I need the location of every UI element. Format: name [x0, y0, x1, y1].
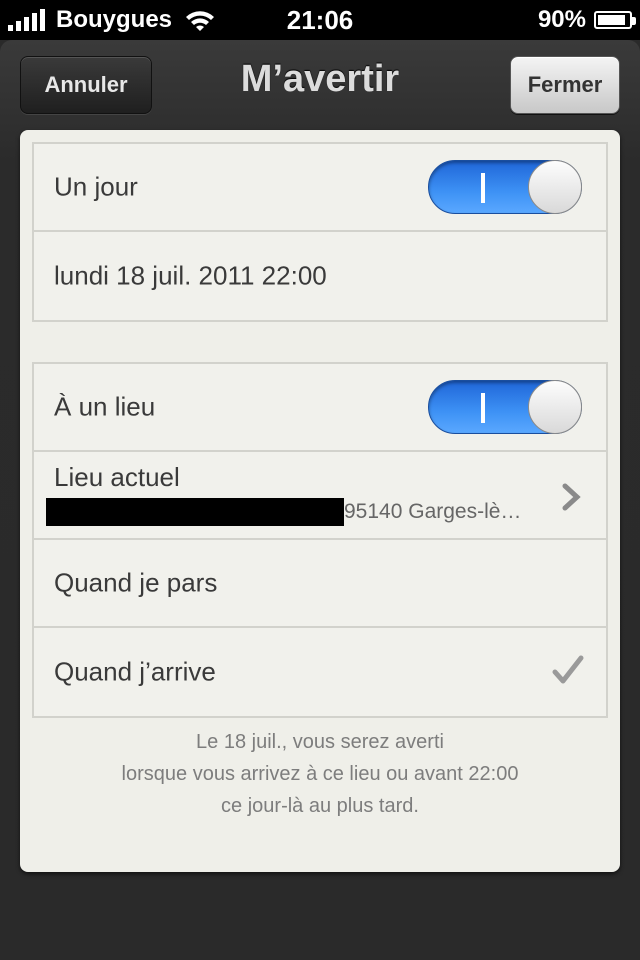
location-toggle-label: À un lieu — [54, 391, 156, 422]
battery-percent: 90% — [537, 6, 586, 33]
date-group: Un jour lundi 18 juil. 2011 22:00 — [32, 142, 608, 322]
date-toggle-row: Un jour — [34, 144, 606, 232]
current-location-label: Lieu actuel — [54, 462, 180, 492]
close-button[interactable]: Fermer — [510, 56, 620, 114]
option-leave-row[interactable]: Quand je pars — [34, 540, 606, 628]
current-location-address: 95140 Garges-lè… — [344, 500, 522, 523]
current-location-row[interactable]: Lieu actuel 95140 Garges-lè… — [34, 452, 606, 540]
navigation-bar: Annuler M’avertir Fermer — [0, 40, 640, 128]
location-toggle-row: À un lieu — [34, 364, 606, 452]
reminder-summary: Le 18 juil., vous serez averti lorsque v… — [50, 726, 590, 822]
location-toggle-switch[interactable] — [428, 380, 582, 434]
battery-icon — [594, 11, 636, 29]
date-toggle-label: Un jour — [54, 171, 138, 202]
date-toggle-switch[interactable] — [428, 160, 582, 214]
toggle-knob — [528, 380, 582, 434]
summary-line-2: lorsque vous arrivez à ce lieu ou avant … — [121, 763, 519, 785]
checkmark-icon — [552, 655, 584, 684]
toggle-on-icon — [481, 393, 485, 423]
toggle-knob — [528, 160, 582, 214]
toggle-on-icon — [481, 173, 485, 203]
summary-line-1: Le 18 juil., vous serez averti — [196, 731, 444, 753]
chevron-right-icon — [562, 483, 581, 511]
date-value: lundi 18 juil. 2011 22:00 — [54, 260, 327, 291]
location-group: À un lieu Lieu actuel 95140 Garges-lè… Q… — [32, 362, 608, 718]
battery-fill — [598, 15, 626, 25]
option-arrive-label: Quand j’arrive — [54, 656, 216, 687]
option-arrive-row[interactable]: Quand j’arrive — [34, 628, 606, 716]
reminder-card: Un jour lundi 18 juil. 2011 22:00 À un l… — [20, 130, 620, 872]
redacted-address — [46, 498, 344, 526]
summary-line-3: ce jour-là au plus tard. — [221, 795, 419, 817]
option-leave-label: Quand je pars — [54, 567, 218, 598]
status-right: 90% — [537, 0, 636, 40]
date-value-row[interactable]: lundi 18 juil. 2011 22:00 — [34, 232, 606, 320]
modal-panel: Annuler M’avertir Fermer Un jour lundi 1… — [0, 40, 640, 960]
status-bar: Bouygues 21:06 90% — [0, 0, 640, 40]
